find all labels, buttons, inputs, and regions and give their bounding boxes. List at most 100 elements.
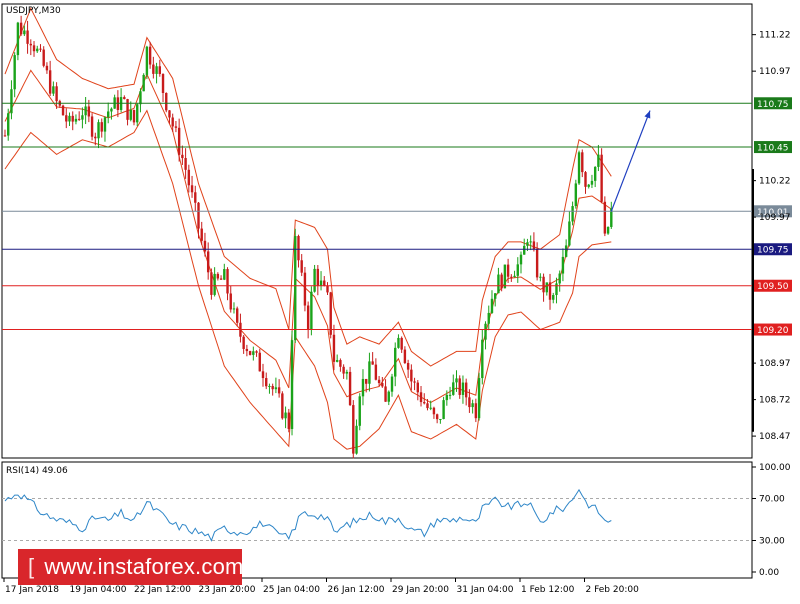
candle-body [245, 348, 249, 352]
candle-body [290, 340, 294, 430]
candle-body [132, 110, 136, 123]
x-tick-label: 29 Jan 20:00 [392, 585, 449, 595]
y-tick-label: 108.72 [759, 396, 791, 406]
candle-body [148, 46, 152, 65]
candle-body [297, 236, 300, 261]
candle-body [510, 276, 513, 278]
rsi-y-tick-label: 70.00 [759, 495, 785, 505]
candle-body [323, 280, 326, 286]
candle-body [597, 154, 600, 167]
candle-body [184, 158, 187, 170]
candle-body [303, 272, 307, 306]
candle-body [552, 295, 555, 300]
candle-body [490, 298, 494, 313]
level-price-label-109-50: 109.50 [757, 282, 789, 292]
candle-body [139, 91, 142, 105]
candle-body [539, 276, 542, 278]
candle-body [471, 403, 474, 408]
candle-body [229, 293, 232, 310]
candle-body [16, 22, 20, 56]
candle-body [400, 337, 403, 350]
candle-body [506, 264, 510, 277]
candle-body [381, 383, 384, 387]
candle-body [429, 407, 432, 409]
candle-body [587, 184, 590, 187]
candle-body [445, 394, 449, 401]
rsi-y-tick-label: 100.00 [759, 463, 791, 473]
candle-body [384, 386, 387, 402]
candle-body [526, 242, 529, 246]
candle-body [542, 276, 545, 293]
main-panel-frame [1, 3, 753, 459]
candle-body [477, 378, 481, 419]
candle-body [452, 382, 455, 395]
candle-body [487, 312, 490, 324]
candle-body [377, 379, 381, 384]
candle-body [171, 117, 174, 127]
candle-body [284, 412, 287, 419]
candle-body [287, 412, 290, 430]
candle-body [461, 382, 465, 395]
candle-body [574, 183, 578, 207]
candle-body [581, 152, 584, 173]
candle-body [252, 351, 255, 355]
y-tick-label: 110.22 [759, 177, 791, 187]
candle-body [32, 45, 36, 52]
level-price-label-110-45: 110.45 [757, 144, 789, 154]
x-tick-label: 1 Feb 12:00 [521, 585, 575, 595]
candle-body [448, 394, 452, 396]
candle-body [23, 30, 26, 35]
candle-body [71, 115, 74, 122]
candle-body [516, 264, 519, 276]
candle-body [219, 278, 223, 280]
candle-body [387, 391, 390, 402]
x-tick-label: 19 Jan 04:00 [70, 585, 127, 595]
candle-body [177, 127, 181, 155]
candle-body [564, 245, 568, 257]
candle-body [268, 385, 271, 387]
candle-body [419, 392, 423, 403]
candle-body [410, 369, 413, 382]
candle-body [306, 305, 310, 330]
x-tick-label: 23 Jan 20:00 [199, 585, 256, 595]
candle-body [416, 382, 419, 393]
watermark-text: www.instaforex.com [44, 554, 244, 579]
candle-body [442, 400, 445, 419]
candle-body [248, 351, 252, 355]
candle-body [529, 241, 532, 243]
candle-body [213, 273, 216, 295]
candle-body [155, 66, 158, 74]
candle-body [74, 118, 78, 122]
candle-body [403, 349, 407, 363]
candle-body [513, 275, 516, 278]
candle-body [271, 385, 274, 390]
candle-body [81, 115, 84, 120]
candle-body [319, 280, 323, 286]
candle-body [77, 118, 81, 120]
candle-body [55, 86, 58, 102]
candle-body [590, 180, 594, 185]
rsi-y-tick-label: 0.00 [759, 568, 779, 578]
candle-body [10, 89, 13, 114]
candle-body [87, 106, 91, 117]
candle-body [458, 378, 461, 395]
candle-body [19, 22, 23, 35]
candle-body [313, 268, 316, 292]
candle-body [603, 201, 607, 234]
candle-body [558, 273, 561, 284]
candle-body [368, 361, 371, 384]
candle-body [329, 292, 332, 335]
candle-body [152, 64, 155, 74]
candle-body [394, 347, 397, 377]
candle-body [48, 70, 52, 94]
candle-body [206, 251, 210, 273]
candle-body [355, 425, 358, 454]
candle-body [261, 371, 265, 379]
candle-body [545, 282, 548, 293]
candle-body [294, 236, 297, 341]
candle-body [413, 381, 416, 383]
rsi-y-tick-label: 30.00 [759, 537, 785, 547]
y-tick-label: 108.97 [759, 359, 791, 369]
candle-body [371, 361, 374, 365]
candle-body [365, 378, 368, 384]
